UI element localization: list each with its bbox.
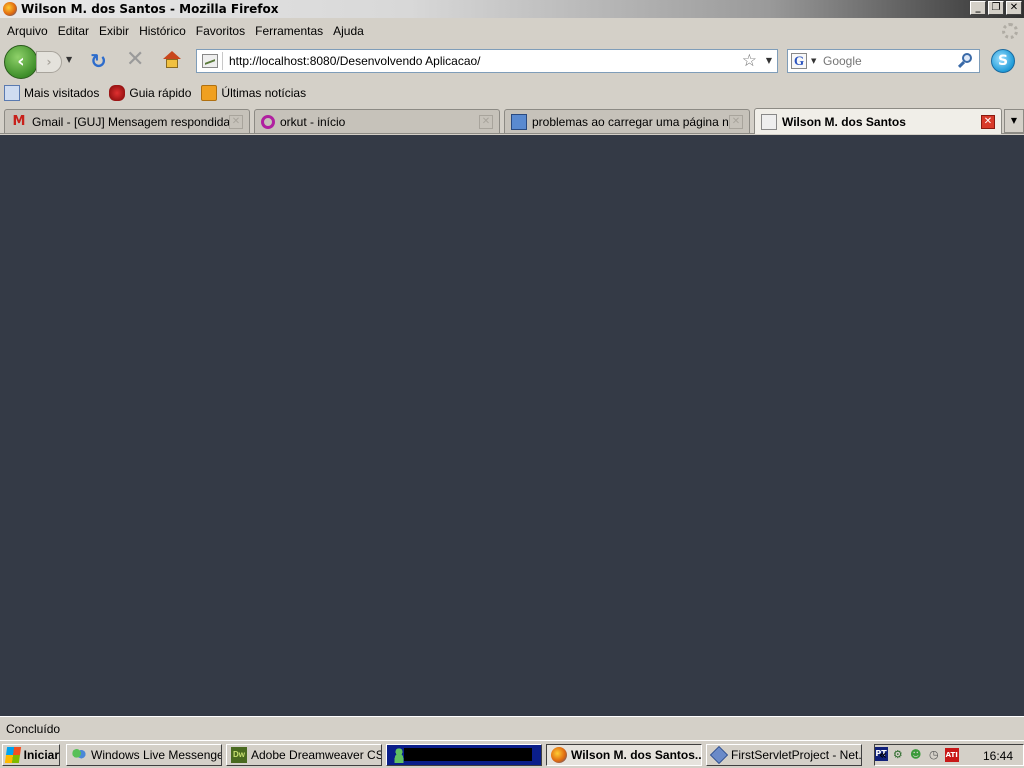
page-content: [0, 135, 1024, 716]
guide-icon: [109, 85, 126, 101]
task-label: Wilson M. dos Santos...: [571, 748, 702, 762]
guj-icon: [511, 113, 527, 130]
forward-arrow-icon: ›: [46, 55, 52, 69]
ati-icon[interactable]: ATI: [944, 748, 959, 762]
tab-close-icon[interactable]: ✕: [729, 114, 743, 129]
task-dreamweaver[interactable]: Dw Adobe Dreamweaver CS...: [226, 744, 382, 766]
home-icon: [163, 51, 181, 59]
tab-close-icon[interactable]: ✕: [229, 114, 243, 129]
tab-wilson-active[interactable]: Wilson M. dos Santos ✕: [754, 108, 1002, 134]
search-engine-google-icon[interactable]: G: [791, 53, 807, 69]
bookmark-latest-news[interactable]: Últimas notícias: [201, 85, 306, 101]
menu-editar[interactable]: Editar: [53, 24, 94, 38]
throbber-icon: [1002, 23, 1018, 39]
rss-feed-icon: [201, 85, 218, 101]
tab-close-icon[interactable]: ✕: [981, 114, 995, 129]
menu-arquivo[interactable]: Arquivo: [2, 24, 53, 38]
bookmark-label: Guia rápido: [129, 86, 192, 100]
system-tray: « ⚙ ☻ ◷ ATI 16:44: [874, 744, 1024, 766]
firefox-icon[interactable]: [3, 2, 17, 16]
bookmark-label: Últimas notícias: [221, 86, 307, 100]
bookmark-most-visited[interactable]: Mais visitados: [4, 85, 99, 101]
site-image-icon[interactable]: [202, 54, 218, 68]
gmail-icon: M: [12, 113, 26, 129]
search-input[interactable]: [823, 53, 953, 69]
most-visited-icon: [4, 85, 20, 101]
image-icon: [761, 113, 777, 130]
tab-label: Wilson M. dos Santos: [782, 114, 906, 129]
menu-ferramentas[interactable]: Ferramentas: [250, 24, 328, 38]
tab-orkut[interactable]: orkut - início ✕: [254, 109, 500, 133]
forward-button[interactable]: ›: [36, 51, 62, 73]
bookmark-quick-guide[interactable]: Guia rápido: [109, 85, 191, 101]
tab-list-dropdown-icon[interactable]: ▼: [1004, 109, 1024, 133]
tab-strip: M Gmail - [GUJ] Mensagem respondida: pr.…: [0, 106, 1024, 134]
stop-button[interactable]: ✕: [126, 47, 146, 72]
url-dropdown-icon[interactable]: ▼: [766, 56, 772, 65]
search-magnifier-icon[interactable]: [957, 52, 975, 70]
task-label: Adobe Dreamweaver CS...: [251, 748, 382, 762]
back-button[interactable]: ‹: [4, 45, 38, 79]
dreamweaver-icon: Dw: [231, 747, 247, 763]
bookmarks-toolbar: Mais visitados Guia rápido Últimas notíc…: [0, 82, 1024, 104]
orkut-icon: [261, 114, 275, 129]
skype-icon[interactable]: S: [991, 49, 1015, 73]
maximize-button[interactable]: ❐: [988, 1, 1004, 15]
navigation-toolbar: ‹ › ▼ ↻ ✕ http://localhost:8080/Desenvol…: [0, 43, 1024, 81]
clock-tray-icon[interactable]: ◷: [927, 748, 941, 762]
task-firefox[interactable]: Wilson M. dos Santos...: [546, 744, 702, 766]
task-label: Windows Live Messenger: [91, 748, 222, 762]
start-label: Iniciar: [23, 748, 59, 762]
reload-button[interactable]: ↻: [90, 51, 110, 71]
stop-icon: ✕: [126, 47, 145, 72]
window-title: Wilson M. dos Santos - Mozilla Firefox: [21, 2, 279, 16]
close-button[interactable]: ✕: [1006, 1, 1022, 15]
menu-exibir[interactable]: Exibir: [94, 24, 134, 38]
menu-bar: Arquivo Editar Exibir Histórico Favorito…: [0, 20, 1024, 42]
status-bar: Concluído: [0, 716, 1024, 740]
task-label: FirstServletProject - Net...: [731, 748, 862, 762]
messenger-tray-icon[interactable]: ☻: [909, 748, 923, 762]
title-bar: Wilson M. dos Santos - Mozilla Firefox _…: [0, 0, 1024, 18]
tab-close-icon[interactable]: ✕: [479, 114, 493, 129]
windows-taskbar: Iniciar Windows Live Messenger Dw Adobe …: [0, 740, 1024, 768]
minimize-button[interactable]: _: [970, 1, 986, 15]
task-netbeans[interactable]: FirstServletProject - Net...: [706, 744, 862, 766]
bookmark-star-icon[interactable]: ☆: [742, 51, 757, 71]
back-arrow-icon: ‹: [17, 51, 25, 72]
network-icon[interactable]: ⚙: [891, 748, 905, 762]
task-messenger[interactable]: Windows Live Messenger: [66, 744, 222, 766]
messenger-icon: [71, 747, 87, 763]
firefox-icon: [551, 747, 567, 763]
bookmark-label: Mais visitados: [24, 86, 100, 100]
home-button[interactable]: [162, 51, 182, 71]
menu-favoritos[interactable]: Favoritos: [191, 24, 250, 38]
clock: 16:44: [982, 749, 1013, 763]
start-button[interactable]: Iniciar: [2, 744, 60, 766]
url-bar[interactable]: http://localhost:8080/Desenvolvendo Apli…: [196, 49, 778, 73]
tab-label: problemas ao carregar uma página no t...: [532, 114, 729, 129]
windows-logo-icon: [4, 747, 21, 763]
menu-ajuda[interactable]: Ajuda: [328, 24, 369, 38]
status-text: Concluído: [6, 722, 61, 736]
history-dropdown-icon[interactable]: ▼: [66, 55, 72, 64]
tray-expand-icon[interactable]: «: [879, 748, 887, 762]
menu-historico[interactable]: Histórico: [134, 24, 191, 38]
reload-icon: ↻: [90, 49, 107, 73]
engine-dropdown-icon[interactable]: ▼: [811, 57, 816, 65]
netbeans-icon: [709, 745, 729, 765]
window-controls: _ ❐ ✕: [970, 1, 1022, 15]
url-text[interactable]: http://localhost:8080/Desenvolvendo Apli…: [229, 54, 481, 68]
tab-gmail[interactable]: M Gmail - [GUJ] Mensagem respondida: pr.…: [4, 109, 250, 133]
search-bar: G ▼: [787, 49, 980, 73]
tab-label: Gmail - [GUJ] Mensagem respondida: pr...: [32, 114, 229, 129]
masked-region: [404, 748, 532, 761]
tab-guj-forum[interactable]: problemas ao carregar uma página no t...…: [504, 109, 750, 133]
tab-label: orkut - início: [280, 114, 346, 129]
